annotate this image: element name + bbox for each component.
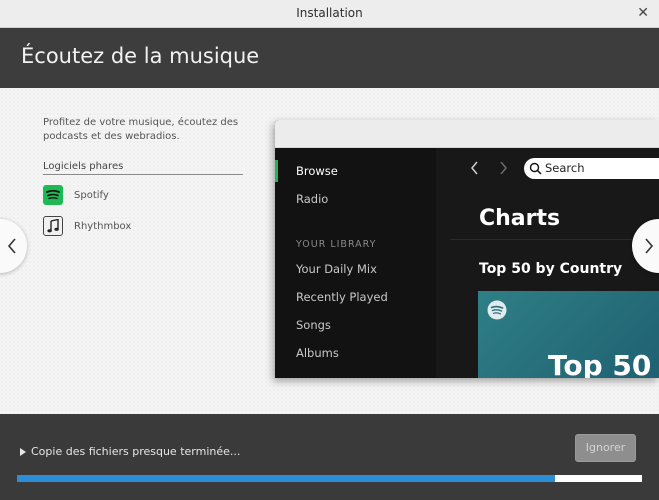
app-label-spotify: Spotify: [74, 189, 109, 201]
preview-search-placeholder: Search: [545, 161, 585, 175]
app-row-rhythmbox: Rhythmbox: [43, 215, 243, 237]
expander-arrow-icon: [20, 447, 26, 456]
preview-topbar: Search: [436, 148, 659, 192]
preview-section-title: Top 50 by Country: [479, 261, 623, 277]
status-text: Copie des fichiers presque terminée...: [31, 445, 241, 458]
chevron-left-icon: [7, 238, 16, 254]
window-titlebar: Installation ✕: [0, 0, 659, 28]
preview-page-title: Charts: [479, 206, 561, 231]
slide-left-panel: Profitez de votre musique, écoutez des p…: [43, 116, 243, 237]
progress-bar: [17, 475, 642, 482]
search-icon: [529, 162, 542, 175]
slide-title: Écoutez de la musique: [21, 44, 260, 68]
install-footer: Copie des fichiers presque terminée... I…: [0, 414, 659, 500]
preview-search-field: Search: [524, 158, 659, 179]
preview-library-item: Your Daily Mix: [296, 262, 377, 276]
preview-nav-radio: Radio: [296, 192, 329, 206]
chevron-left-icon: [471, 161, 478, 175]
rhythmbox-icon: [43, 216, 63, 236]
spotify-icon: [43, 185, 63, 205]
status-expander[interactable]: Copie des fichiers presque terminée...: [20, 445, 240, 458]
app-row-spotify: Spotify: [43, 184, 243, 206]
chevron-right-icon: [645, 238, 654, 254]
spotify-icon: [487, 300, 507, 320]
slide-description: Profitez de votre musique, écoutez des p…: [43, 117, 239, 142]
active-indicator: [275, 160, 278, 182]
preview-library-item: Albums: [296, 346, 339, 360]
slide-header: Écoutez de la musique: [0, 29, 659, 88]
preview-divider: [450, 239, 659, 240]
app-label-rhythmbox: Rhythmbox: [74, 220, 132, 232]
preview-playlist-card: Top 50: [478, 291, 659, 378]
preview-titlebar: [275, 120, 659, 148]
close-icon[interactable]: ✕: [637, 5, 649, 21]
featured-apps-title: Logiciels phares: [43, 161, 243, 175]
preview-library-item: Recently Played: [296, 290, 388, 304]
preview-library-title: YOUR LIBRARY: [296, 239, 377, 250]
progress-fill: [17, 475, 555, 482]
preview-sidebar: Browse Radio YOUR LIBRARY Your Daily Mix…: [275, 148, 436, 378]
window-title: Installation: [296, 6, 363, 20]
chevron-right-icon: [500, 161, 507, 175]
preview-main: Search Charts Top 50 by Country Top 50: [436, 148, 659, 378]
preview-library-item: Songs: [296, 318, 331, 332]
preview-card-text: Top 50: [548, 349, 652, 378]
skip-button[interactable]: Ignorer: [575, 434, 636, 462]
slide-content: Profitez de votre musique, écoutez des p…: [0, 88, 659, 414]
previous-slide-button[interactable]: [0, 219, 27, 273]
spotify-preview-window: Browse Radio YOUR LIBRARY Your Daily Mix…: [275, 120, 659, 378]
preview-nav-browse: Browse: [296, 164, 338, 178]
